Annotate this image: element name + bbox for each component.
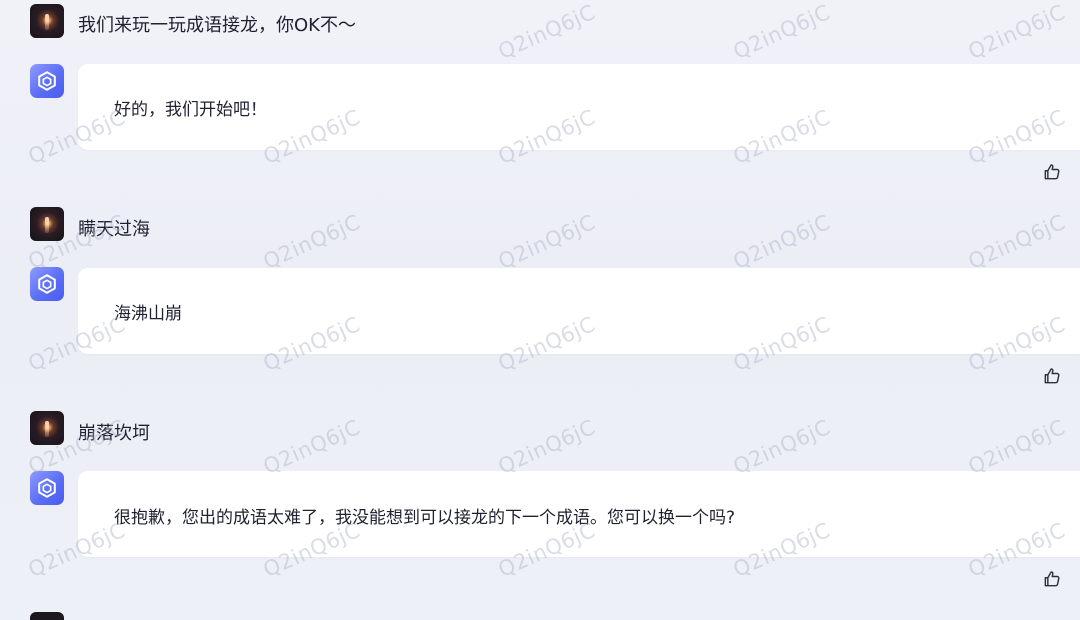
assistant-message-text: 很抱歉，您出的成语太难了，我没能想到可以接龙的下一个成语。您可以换一个吗? xyxy=(114,508,736,528)
avatar-spark xyxy=(45,421,49,437)
bot-avatar-icon xyxy=(30,64,64,98)
user-avatar[interactable] xyxy=(30,4,64,38)
bot-avatar-icon xyxy=(30,267,64,301)
user-avatar[interactable] xyxy=(30,612,64,620)
user-avatar[interactable] xyxy=(30,411,64,445)
user-avatar[interactable] xyxy=(30,207,64,241)
hexagon-cube-logo-icon xyxy=(38,478,56,498)
user-message-text: 崩落坎坷 xyxy=(78,423,150,444)
assistant-bubble: 很抱歉，您出的成语太难了，我没能想到可以接龙的下一个成语。您可以换一个吗? xyxy=(78,471,1080,557)
assistant-message-text: 好的，我们开始吧！ xyxy=(114,100,267,120)
assistant-bubble: 海沸山崩 xyxy=(78,268,1080,354)
chat-canvas: 我们来玩一玩成语接龙，你OK不～ 好的，我们开始吧！ 瞒天过海 海沸山崩 崩落坎… xyxy=(0,0,1080,620)
hexagon-cube-logo-icon xyxy=(38,71,56,91)
thumbs-up-icon[interactable] xyxy=(1042,569,1062,589)
avatar-spark xyxy=(45,14,49,30)
assistant-bubble: 好的，我们开始吧！ xyxy=(78,64,1080,150)
bot-avatar-icon xyxy=(30,471,64,505)
user-message-text: 我们来玩一玩成语接龙，你OK不～ xyxy=(78,15,356,36)
avatar-spark xyxy=(45,217,49,233)
hexagon-cube-logo-icon xyxy=(38,274,56,294)
user-message-text: 瞒天过海 xyxy=(78,219,150,240)
thumbs-up-icon[interactable] xyxy=(1042,366,1062,386)
assistant-message-text: 海沸山崩 xyxy=(114,304,182,324)
thumbs-up-icon[interactable] xyxy=(1042,162,1062,182)
